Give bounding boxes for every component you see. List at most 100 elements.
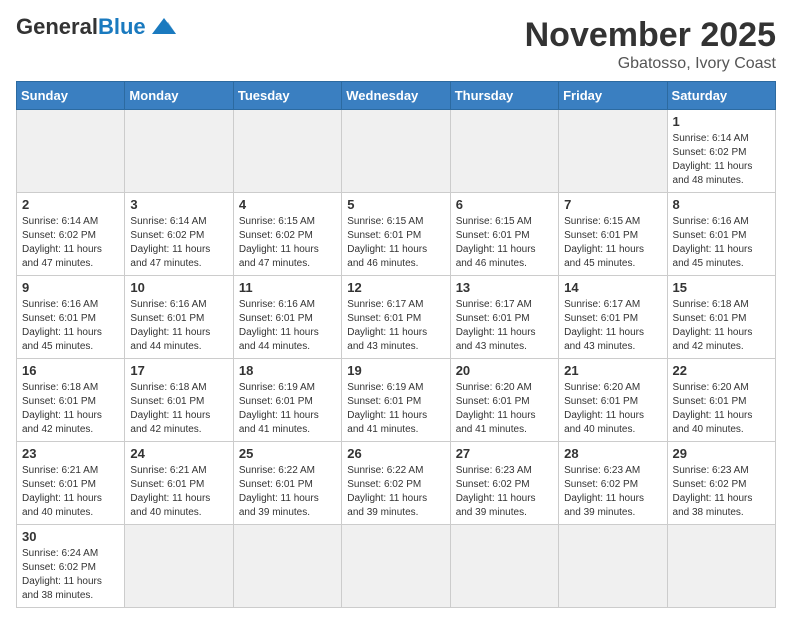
weekday-header-wednesday: Wednesday <box>342 82 450 110</box>
day-number: 6 <box>456 197 553 212</box>
day-number: 15 <box>673 280 770 295</box>
day-number: 12 <box>347 280 444 295</box>
week-row-4: 16 Sunrise: 6:18 AM Sunset: 6:01 PM Dayli… <box>17 359 776 442</box>
month-title: November 2025 <box>525 16 776 55</box>
day-number: 21 <box>564 363 661 378</box>
day-cell <box>450 525 558 608</box>
day-cell <box>342 525 450 608</box>
day-cell: 3Sunrise: 6:14 AM Sunset: 6:02 PM Daylig… <box>125 193 233 276</box>
logo-general: General <box>16 14 98 39</box>
day-info: Sunrise: 6:15 AM Sunset: 6:01 PM Dayligh… <box>347 215 444 271</box>
day-info: Sunrise: 6:18 AM Sunset: 6:01 PM Dayligh… <box>673 298 770 354</box>
day-info: Sunrise: 6:21 AM Sunset: 6:01 PM Dayligh… <box>22 464 119 520</box>
weekday-header-friday: Friday <box>559 82 667 110</box>
day-cell: 1Sunrise: 6:14 AM Sunset: 6:02 PM Daylig… <box>667 110 775 193</box>
week-row-3: 9 Sunrise: 6:16 AM Sunset: 6:01 PM Daylig… <box>17 276 776 359</box>
day-info: Sunrise: 6:20 AM Sunset: 6:01 PM Dayligh… <box>673 381 770 437</box>
day-info: Sunrise: 6:21 AM Sunset: 6:01 PM Dayligh… <box>130 464 227 520</box>
day-cell <box>125 110 233 193</box>
day-number: 19 <box>347 363 444 378</box>
logo-blue: Blue <box>98 14 146 39</box>
day-number: 17 <box>130 363 227 378</box>
day-number: 18 <box>239 363 336 378</box>
day-number: 16 <box>22 363 119 378</box>
day-number: 1 <box>673 114 770 129</box>
day-cell: 16 Sunrise: 6:18 AM Sunset: 6:01 PM Dayli… <box>17 359 125 442</box>
day-cell: 13Sunrise: 6:17 AM Sunset: 6:01 PM Dayli… <box>450 276 558 359</box>
day-info: Sunrise: 6:16 AM Sunset: 6:01 PM Dayligh… <box>673 215 770 271</box>
day-cell <box>667 525 775 608</box>
day-number: 29 <box>673 446 770 461</box>
day-cell: 11Sunrise: 6:16 AM Sunset: 6:01 PM Dayli… <box>233 276 341 359</box>
day-info: Sunrise: 6:17 AM Sunset: 6:01 PM Dayligh… <box>347 298 444 354</box>
logo-icon <box>148 16 180 38</box>
day-number: 26 <box>347 446 444 461</box>
day-cell: 28Sunrise: 6:23 AM Sunset: 6:02 PM Dayli… <box>559 442 667 525</box>
week-row-2: 2Sunrise: 6:14 AM Sunset: 6:02 PM Daylig… <box>17 193 776 276</box>
day-info: Sunrise: 6:19 AM Sunset: 6:01 PM Dayligh… <box>239 381 336 437</box>
weekday-header-monday: Monday <box>125 82 233 110</box>
week-row-1: 1Sunrise: 6:14 AM Sunset: 6:02 PM Daylig… <box>17 110 776 193</box>
day-cell <box>125 525 233 608</box>
day-info: Sunrise: 6:23 AM Sunset: 6:02 PM Dayligh… <box>673 464 770 520</box>
day-info: Sunrise: 6:22 AM Sunset: 6:01 PM Dayligh… <box>239 464 336 520</box>
day-cell: 6 Sunrise: 6:15 AM Sunset: 6:01 PM Daylig… <box>450 193 558 276</box>
day-info: Sunrise: 6:17 AM Sunset: 6:01 PM Dayligh… <box>456 298 553 354</box>
day-cell: 27 Sunrise: 6:23 AM Sunset: 6:02 PM Dayli… <box>450 442 558 525</box>
day-cell: 21Sunrise: 6:20 AM Sunset: 6:01 PM Dayli… <box>559 359 667 442</box>
day-cell <box>17 110 125 193</box>
day-cell: 8 Sunrise: 6:16 AM Sunset: 6:01 PM Daylig… <box>667 193 775 276</box>
day-number: 30 <box>22 529 119 544</box>
day-cell: 18 Sunrise: 6:19 AM Sunset: 6:01 PM Dayli… <box>233 359 341 442</box>
logo: GeneralBlue <box>16 16 180 38</box>
day-info: Sunrise: 6:18 AM Sunset: 6:01 PM Dayligh… <box>130 381 227 437</box>
logo-text: GeneralBlue <box>16 16 146 38</box>
day-number: 22 <box>673 363 770 378</box>
day-number: 25 <box>239 446 336 461</box>
day-info: Sunrise: 6:16 AM Sunset: 6:01 PM Dayligh… <box>22 298 119 354</box>
day-cell: 26 Sunrise: 6:22 AM Sunset: 6:02 PM Dayli… <box>342 442 450 525</box>
day-number: 24 <box>130 446 227 461</box>
day-cell: 5Sunrise: 6:15 AM Sunset: 6:01 PM Daylig… <box>342 193 450 276</box>
week-row-6: 30 Sunrise: 6:24 AM Sunset: 6:02 PM Dayli… <box>17 525 776 608</box>
day-info: Sunrise: 6:14 AM Sunset: 6:02 PM Dayligh… <box>22 215 119 271</box>
day-cell: 15 Sunrise: 6:18 AM Sunset: 6:01 PM Dayli… <box>667 276 775 359</box>
location-title: Gbatosso, Ivory Coast <box>525 55 776 73</box>
day-number: 10 <box>130 280 227 295</box>
day-cell <box>559 110 667 193</box>
day-info: Sunrise: 6:18 AM Sunset: 6:01 PM Dayligh… <box>22 381 119 437</box>
day-number: 27 <box>456 446 553 461</box>
day-cell: 29 Sunrise: 6:23 AM Sunset: 6:02 PM Dayli… <box>667 442 775 525</box>
weekday-header-sunday: Sunday <box>17 82 125 110</box>
calendar: SundayMondayTuesdayWednesdayThursdayFrid… <box>16 81 776 608</box>
day-cell: 30 Sunrise: 6:24 AM Sunset: 6:02 PM Dayli… <box>17 525 125 608</box>
day-cell <box>233 525 341 608</box>
weekday-header-row: SundayMondayTuesdayWednesdayThursdayFrid… <box>17 82 776 110</box>
day-number: 20 <box>456 363 553 378</box>
header: GeneralBlue November 2025 Gbatosso, Ivor… <box>16 16 776 73</box>
day-info: Sunrise: 6:15 AM Sunset: 6:01 PM Dayligh… <box>564 215 661 271</box>
day-info: Sunrise: 6:19 AM Sunset: 6:01 PM Dayligh… <box>347 381 444 437</box>
day-cell <box>233 110 341 193</box>
day-info: Sunrise: 6:23 AM Sunset: 6:02 PM Dayligh… <box>564 464 661 520</box>
day-number: 9 <box>22 280 119 295</box>
day-info: Sunrise: 6:15 AM Sunset: 6:01 PM Dayligh… <box>456 215 553 271</box>
day-cell: 24 Sunrise: 6:21 AM Sunset: 6:01 PM Dayli… <box>125 442 233 525</box>
day-cell: 2Sunrise: 6:14 AM Sunset: 6:02 PM Daylig… <box>17 193 125 276</box>
day-info: Sunrise: 6:24 AM Sunset: 6:02 PM Dayligh… <box>22 547 119 603</box>
day-number: 3 <box>130 197 227 212</box>
day-info: Sunrise: 6:23 AM Sunset: 6:02 PM Dayligh… <box>456 464 553 520</box>
day-cell: 23 Sunrise: 6:21 AM Sunset: 6:01 PM Dayli… <box>17 442 125 525</box>
day-cell: 4Sunrise: 6:15 AM Sunset: 6:02 PM Daylig… <box>233 193 341 276</box>
day-info: Sunrise: 6:15 AM Sunset: 6:02 PM Dayligh… <box>239 215 336 271</box>
weekday-header-tuesday: Tuesday <box>233 82 341 110</box>
day-cell <box>559 525 667 608</box>
day-cell: 7 Sunrise: 6:15 AM Sunset: 6:01 PM Daylig… <box>559 193 667 276</box>
day-number: 7 <box>564 197 661 212</box>
day-number: 23 <box>22 446 119 461</box>
day-cell: 22 Sunrise: 6:20 AM Sunset: 6:01 PM Dayli… <box>667 359 775 442</box>
day-cell: 17 Sunrise: 6:18 AM Sunset: 6:01 PM Dayli… <box>125 359 233 442</box>
day-info: Sunrise: 6:22 AM Sunset: 6:02 PM Dayligh… <box>347 464 444 520</box>
day-number: 8 <box>673 197 770 212</box>
week-row-5: 23 Sunrise: 6:21 AM Sunset: 6:01 PM Dayli… <box>17 442 776 525</box>
